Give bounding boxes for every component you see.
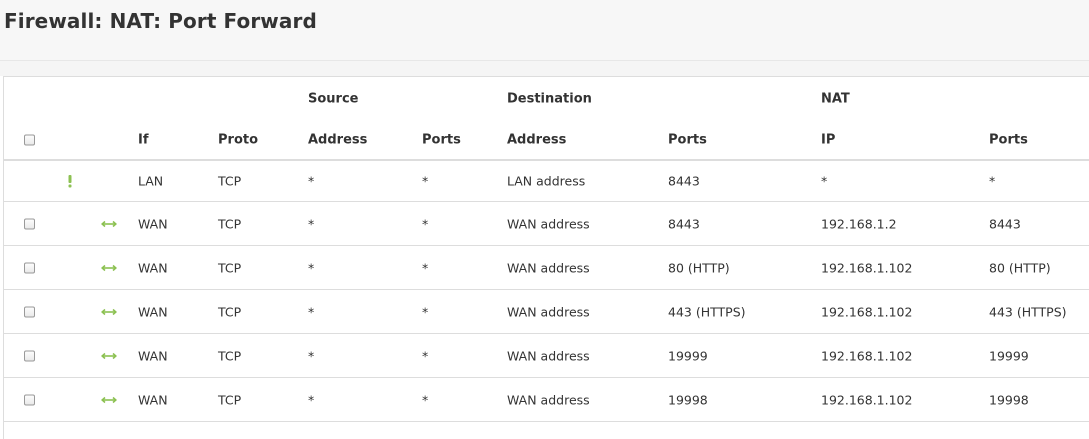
port-forward-table: Source Destination NAT If Proto Address … [3, 76, 1089, 439]
select-all-checkbox[interactable] [24, 134, 35, 145]
cell-nat-ip: 192.168.1.102 [821, 348, 913, 363]
table-row[interactable]: WAN TCP * * WAN address 8443 192.168.1.2… [4, 202, 1089, 246]
page-title: Firewall: NAT: Port Forward [4, 9, 317, 33]
cell-interface: WAN [138, 304, 168, 319]
cell-proto: TCP [218, 304, 242, 319]
column-header-nat-ports[interactable]: Ports [989, 132, 1028, 147]
column-header-proto[interactable]: Proto [218, 132, 258, 147]
cell-nat-ip: 192.168.1.2 [821, 216, 897, 231]
bidirectional-arrow-icon [101, 220, 117, 228]
cell-destination-address: LAN address [507, 173, 586, 189]
cell-interface: LAN [138, 173, 164, 189]
warning-icon [67, 174, 73, 188]
cell-nat-ports: 443 (HTTPS) [989, 304, 1067, 319]
bidirectional-arrow-icon [101, 308, 117, 316]
cell-source-address: * [308, 260, 315, 275]
column-header-interface[interactable]: If [138, 132, 149, 147]
content-gap [0, 61, 1089, 76]
group-header-nat: NAT [821, 91, 850, 106]
row-select-checkbox[interactable] [24, 306, 35, 317]
cell-destination-ports: 8443 [668, 173, 700, 189]
cell-nat-ip: 192.168.1.102 [821, 304, 913, 319]
table-row[interactable]: WAN TCP * * WAN address 80 (HTTP) 192.16… [4, 246, 1089, 290]
bidirectional-arrow-icon [101, 264, 117, 272]
table-row[interactable]: WAN TCP * * WAN address 443 (HTTPS) 192.… [4, 290, 1089, 334]
cell-source-ports: * [422, 304, 429, 319]
page-header: Firewall: NAT: Port Forward [0, 0, 1089, 61]
cell-source-address: * [308, 304, 315, 319]
cell-source-ports: * [422, 260, 429, 275]
cell-nat-ports: 19999 [989, 348, 1029, 363]
cell-proto: TCP [218, 216, 242, 231]
row-select-checkbox[interactable] [24, 262, 35, 273]
cell-nat-ports: 19998 [989, 392, 1029, 407]
cell-interface: WAN [138, 392, 168, 407]
cell-nat-ports: 8443 [989, 216, 1021, 231]
cell-destination-address: WAN address [507, 392, 590, 407]
column-header-source-address[interactable]: Address [308, 132, 367, 147]
cell-proto: TCP [218, 173, 242, 189]
cell-proto: TCP [218, 260, 242, 275]
cell-nat-ip: * [821, 173, 828, 189]
row-select-checkbox[interactable] [24, 218, 35, 229]
cell-source-ports: * [422, 216, 429, 231]
column-header-nat-ip[interactable]: IP [821, 132, 835, 147]
row-select-checkbox[interactable] [24, 350, 35, 361]
row-select-checkbox[interactable] [24, 394, 35, 405]
cell-source-ports: * [422, 173, 429, 189]
cell-destination-address: WAN address [507, 304, 590, 319]
cell-source-address: * [308, 392, 315, 407]
cell-destination-ports: 8443 [668, 216, 700, 231]
cell-nat-ip: 192.168.1.102 [821, 260, 913, 275]
table-group-header-row: Source Destination NAT [4, 77, 1089, 120]
cell-nat-ip: 192.168.1.102 [821, 392, 913, 407]
cell-source-address: * [308, 216, 315, 231]
table-row[interactable]: LAN TCP * * LAN address 8443 * * [4, 161, 1089, 202]
cell-destination-address: WAN address [507, 348, 590, 363]
cell-source-ports: * [422, 392, 429, 407]
column-header-destination-ports[interactable]: Ports [668, 132, 707, 147]
bidirectional-arrow-icon [101, 352, 117, 360]
bidirectional-arrow-icon [101, 396, 117, 404]
group-header-destination: Destination [507, 91, 592, 106]
cell-source-address: * [308, 348, 315, 363]
cell-interface: WAN [138, 260, 168, 275]
column-header-source-ports[interactable]: Ports [422, 132, 461, 147]
table-row[interactable]: WAN TCP * * WAN address 19998 192.168.1.… [4, 378, 1089, 422]
cell-destination-ports: 19999 [668, 348, 708, 363]
column-header-destination-address[interactable]: Address [507, 132, 566, 147]
group-header-source: Source [308, 91, 359, 106]
cell-nat-ports: 80 (HTTP) [989, 260, 1051, 275]
cell-source-address: * [308, 173, 315, 189]
cell-destination-address: WAN address [507, 216, 590, 231]
cell-source-ports: * [422, 348, 429, 363]
cell-proto: TCP [218, 348, 242, 363]
cell-nat-ports: * [989, 173, 996, 189]
cell-destination-ports: 443 (HTTPS) [668, 304, 746, 319]
table-column-header-row: If Proto Address Ports Address Ports IP … [4, 120, 1089, 161]
cell-interface: WAN [138, 348, 168, 363]
cell-destination-address: WAN address [507, 260, 590, 275]
cell-interface: WAN [138, 216, 168, 231]
cell-destination-ports: 19998 [668, 392, 708, 407]
cell-destination-ports: 80 (HTTP) [668, 260, 730, 275]
table-row[interactable]: WAN TCP * * WAN address 19999 192.168.1.… [4, 334, 1089, 378]
cell-proto: TCP [218, 392, 242, 407]
